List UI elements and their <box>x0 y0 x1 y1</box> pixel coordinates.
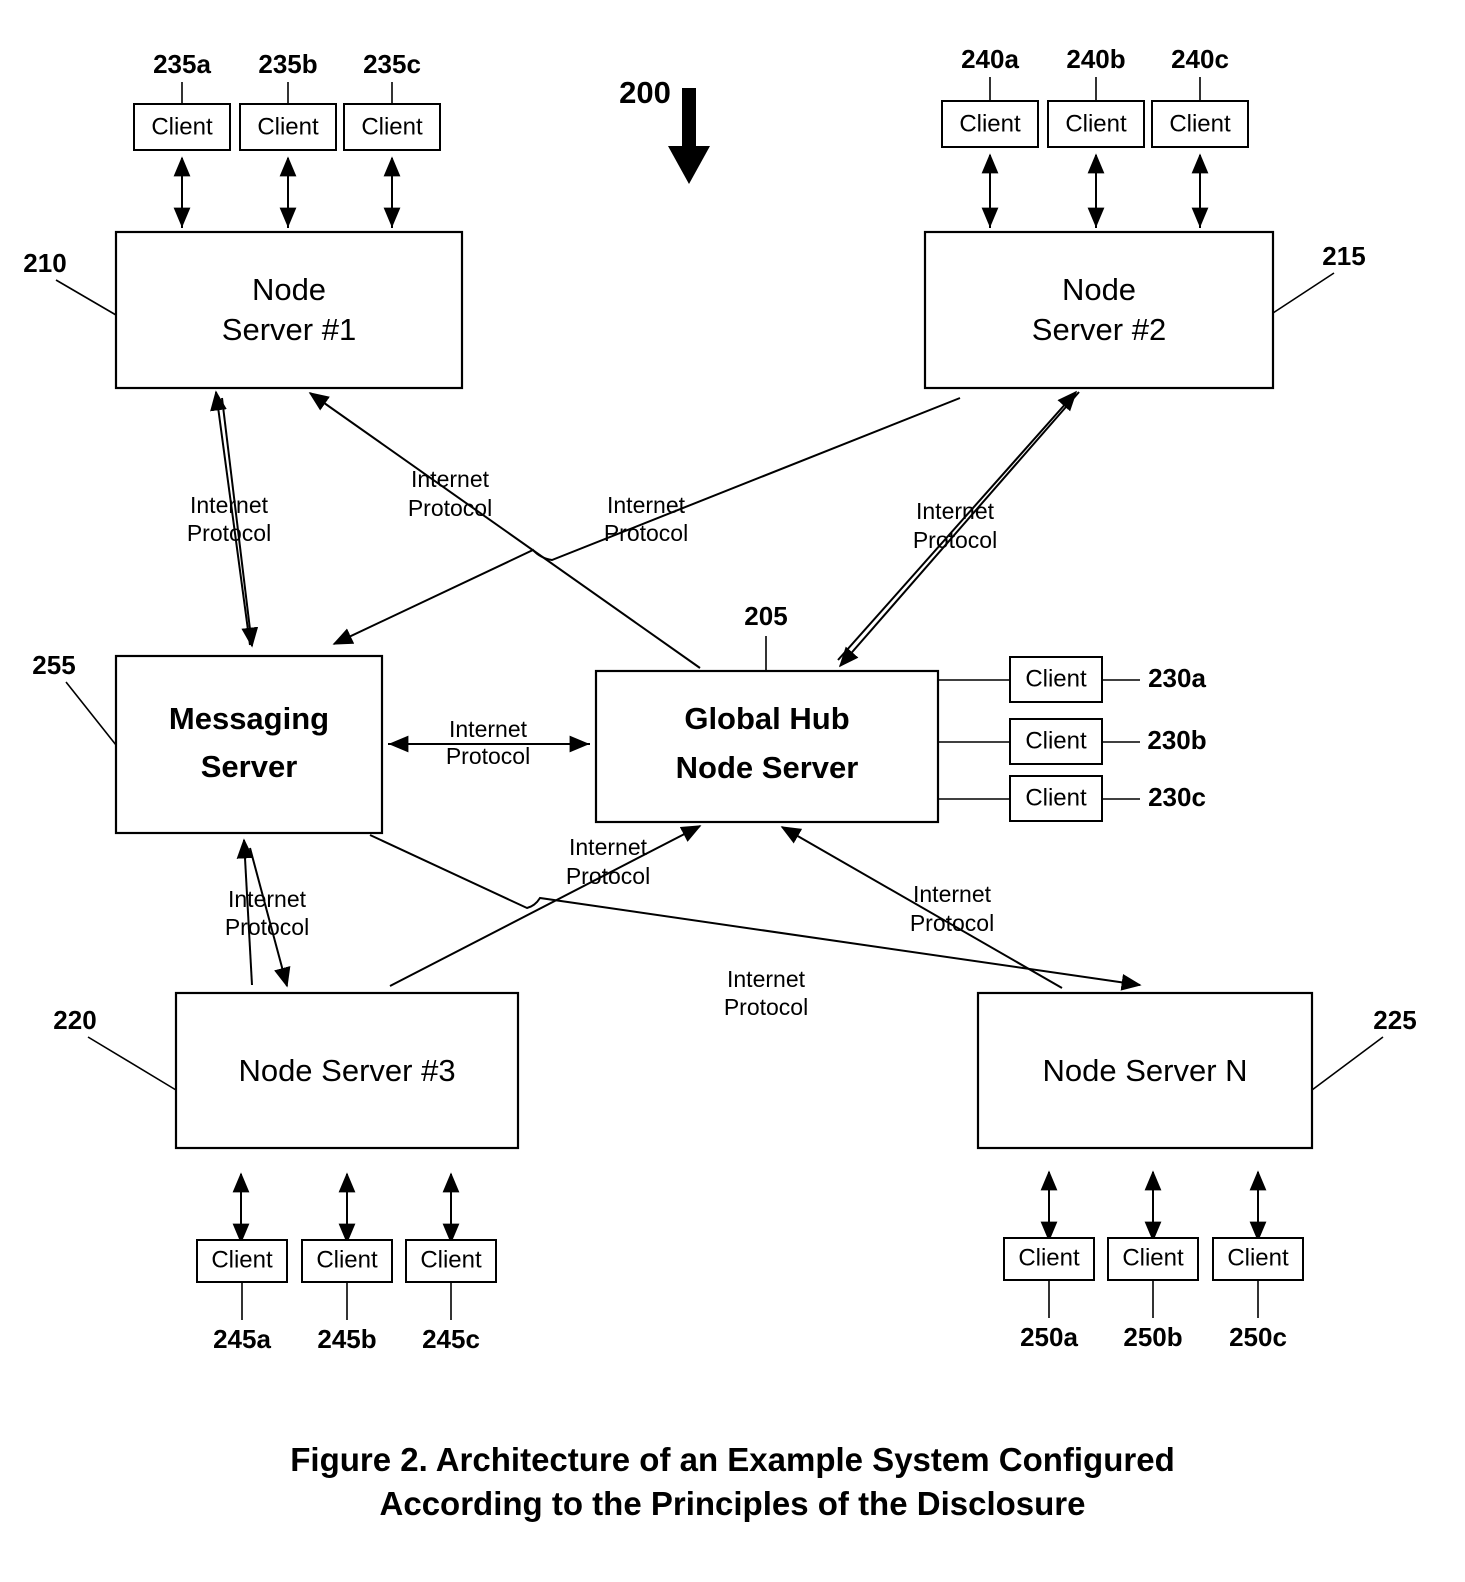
messaging-server[interactable]: Messaging Server <box>114 654 384 835</box>
messaging-server-label-line1: Messaging <box>169 701 329 736</box>
link-messaging-hub: Internet Protocol <box>388 716 590 769</box>
ip-label-messaging-ns3-line2: Protocol <box>225 914 309 940</box>
ip-label-ns2-messaging-line1: Internet <box>607 492 686 518</box>
ip-label-messaging-nsn-line2: Protocol <box>724 994 808 1020</box>
ref-220-callout: 220 <box>53 1005 177 1091</box>
node-server-3[interactable]: Node Server #3 <box>174 991 520 1150</box>
client-group-ns1: 235a Client 235b Client 235c Client <box>133 49 441 228</box>
global-hub-label-line2: Node Server <box>676 750 859 785</box>
ref-210-callout: 210 <box>23 248 117 316</box>
ref-240c: 240c <box>1171 44 1229 74</box>
figure-caption-line2: According to the Principles of the Discl… <box>379 1484 1086 1522</box>
ref-205: 205 <box>744 601 787 631</box>
system-architecture-diagram: 200 235a Client 235b Client 235c Client … <box>23 44 1417 1354</box>
global-hub-node-server[interactable]: Global Hub Node Server <box>594 669 940 824</box>
client-label-230b: Client <box>1025 727 1087 754</box>
link-ns3-hub: Internet Protocol <box>389 825 702 987</box>
ref-245c: 245c <box>422 1324 480 1354</box>
ref-225: 225 <box>1373 1005 1416 1035</box>
client-label-245b: Client <box>316 1246 378 1273</box>
node-server-2[interactable]: Node Server #2 <box>923 230 1275 390</box>
node-server-2-box[interactable] <box>923 230 1275 390</box>
ip-label-ns1-messaging-line2: Protocol <box>187 520 271 546</box>
ref-220: 220 <box>53 1005 96 1035</box>
ref-250c: 250c <box>1229 1322 1287 1352</box>
messaging-server-box[interactable] <box>114 654 384 835</box>
ref-230c: 230c <box>1148 782 1206 812</box>
ref-245b: 245b <box>317 1324 376 1354</box>
global-hub-label-line1: Global Hub <box>684 701 849 736</box>
client-label-245a: Client <box>211 1246 273 1273</box>
ref-255: 255 <box>32 650 75 680</box>
ip-label-nsn-hub-line2: Protocol <box>910 910 994 936</box>
client-label-250a: Client <box>1018 1244 1080 1271</box>
node-server-3-label: Node Server #3 <box>238 1053 455 1088</box>
ref-235b: 235b <box>258 49 317 79</box>
figure-caption-line1: Figure 2. Architecture of an Example Sys… <box>290 1441 1175 1478</box>
global-hub-box[interactable] <box>594 669 940 824</box>
figure-ref-200: 200 <box>619 75 710 184</box>
ref-250b: 250b <box>1123 1322 1182 1352</box>
ip-label-hub-ns1-line1: Internet <box>411 466 490 492</box>
node-server-2-label-line2: Server #2 <box>1032 312 1166 347</box>
node-server-1-label-line1: Node <box>252 272 326 307</box>
node-server-1-label-line2: Server #1 <box>222 312 356 347</box>
ref-240b: 240b <box>1066 44 1125 74</box>
ref-225-callout: 225 <box>1311 1005 1417 1091</box>
client-label-240c: Client <box>1169 110 1231 137</box>
ip-label-nsn-hub-line1: Internet <box>913 881 992 907</box>
client-group-hub: Client 230a Client 230b Client 230c <box>938 656 1207 822</box>
node-server-n[interactable]: Node Server N <box>976 991 1314 1150</box>
ip-label-messaging-ns3-line1: Internet <box>228 886 307 912</box>
node-server-n-label: Node Server N <box>1042 1053 1247 1088</box>
ref-235c: 235c <box>363 49 421 79</box>
client-label-250b: Client <box>1122 1244 1184 1271</box>
ip-label-hub-ns1-line2: Protocol <box>408 495 492 521</box>
client-label-235c: Client <box>361 113 423 140</box>
figure-container: 200 235a Client 235b Client 235c Client … <box>0 0 1465 1582</box>
ref-245a: 245a <box>213 1324 271 1354</box>
ref-210: 210 <box>23 248 66 278</box>
client-group-ns3: Client 245a Client 245b Client 245c <box>196 1172 497 1354</box>
ref-250a: 250a <box>1020 1322 1078 1352</box>
node-server-1-box[interactable] <box>114 230 464 390</box>
link-nsn-hub: Internet Protocol <box>780 826 1063 989</box>
client-label-230c: Client <box>1025 784 1087 811</box>
ref-255-callout: 255 <box>32 650 117 746</box>
node-server-1[interactable]: Node Server #1 <box>114 230 464 390</box>
ref-240a: 240a <box>961 44 1019 74</box>
ref-215-callout: 215 <box>1272 241 1366 314</box>
ip-label-ns3-hub-line1: Internet <box>569 834 648 860</box>
figure-caption: Figure 2. Architecture of an Example Sys… <box>0 1438 1465 1525</box>
ref-230b: 230b <box>1147 725 1206 755</box>
ref-235a: 235a <box>153 49 211 79</box>
client-label-235b: Client <box>257 113 319 140</box>
ref-215: 215 <box>1322 241 1365 271</box>
ip-label-ns1-messaging-line1: Internet <box>190 492 269 518</box>
ref-230a: 230a <box>1148 663 1206 693</box>
node-server-2-label-line1: Node <box>1062 272 1136 307</box>
client-label-230a: Client <box>1025 665 1087 692</box>
messaging-server-label-line2: Server <box>201 749 298 784</box>
figure-ref-label: 200 <box>619 75 671 110</box>
client-label-250c: Client <box>1227 1244 1289 1271</box>
ip-label-ns2-messaging-line2: Protocol <box>604 520 688 546</box>
link-ns1-messaging: Internet Protocol <box>187 390 271 648</box>
ip-label-messaging-hub-line1: Internet <box>449 716 528 742</box>
link-messaging-ns3: Internet Protocol <box>225 838 309 988</box>
figure-ref-arrow <box>668 88 710 184</box>
ip-label-ns3-hub-line2: Protocol <box>566 863 650 889</box>
ref-205-callout: 205 <box>744 601 788 671</box>
ip-label-messaging-nsn-line1: Internet <box>727 966 806 992</box>
client-label-240b: Client <box>1065 110 1127 137</box>
client-group-ns2: 240a Client 240b Client 240c Client <box>941 44 1249 228</box>
client-label-240a: Client <box>959 110 1021 137</box>
ip-label-messaging-hub-line2: Protocol <box>446 743 530 769</box>
client-label-245c: Client <box>420 1246 482 1273</box>
ip-label-ns2-hub-line2: Protocol <box>913 527 997 553</box>
client-label-235a: Client <box>151 113 213 140</box>
client-group-nsn: Client 250a Client 250b Client 250c <box>1003 1170 1304 1352</box>
ip-label-ns2-hub-line1: Internet <box>916 498 995 524</box>
